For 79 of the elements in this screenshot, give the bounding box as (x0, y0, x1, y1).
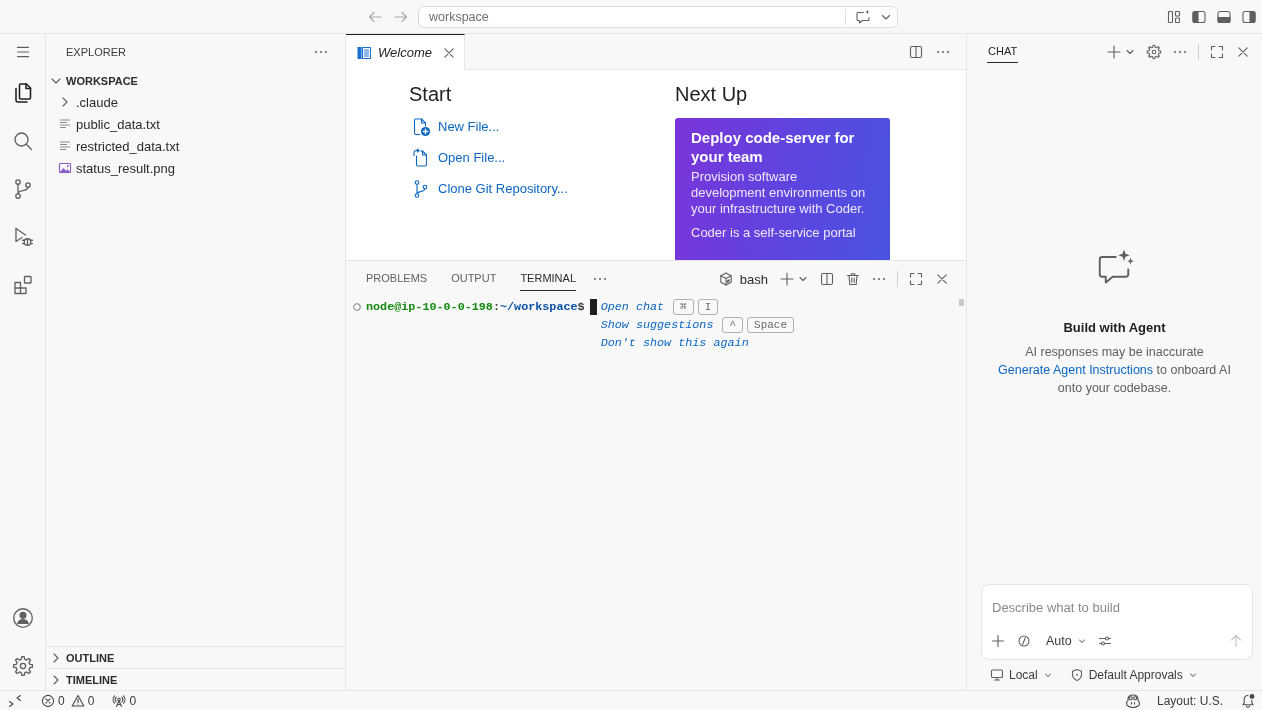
split-terminal-icon[interactable] (819, 271, 835, 287)
circle-icon (353, 303, 361, 311)
keyboard-layout-status[interactable]: Layout: U.S. (1156, 693, 1223, 708)
angle-brackets-icon[interactable] (8, 693, 22, 708)
shield-icon (1069, 668, 1084, 682)
terminal-hint[interactable]: Open chat (600, 298, 665, 316)
card-title: Deploy code-server for your team (691, 128, 856, 166)
bell-icon[interactable] (1240, 692, 1256, 709)
tree-item[interactable]: .claude (57, 91, 118, 113)
next-up-heading: Next Up (675, 82, 749, 106)
card-text: Coder is a self-service portal (691, 225, 857, 241)
key-cap: Space (747, 317, 795, 333)
problems-status[interactable]: 0 0 (41, 693, 95, 708)
agent-instructions-link[interactable]: Generate Agent Instructions (998, 362, 1154, 377)
key-cap: ^ (722, 317, 744, 333)
section-header[interactable]: OUTLINE (48, 647, 115, 668)
robot-face-icon[interactable] (1124, 692, 1141, 709)
maximize-icon[interactable] (908, 271, 924, 287)
card-text: Provision software development environments on your infrastructure with Coder. (691, 169, 867, 217)
panel-tab[interactable]: TERMINAL (520, 267, 576, 291)
settings-gear-icon[interactable] (10, 654, 35, 678)
cube-icon (718, 272, 733, 286)
message-input[interactable]: Describe what to build (990, 595, 1244, 619)
terminal-hint[interactable]: Don't show this again (600, 334, 749, 352)
promo-card[interactable]: Deploy code-server for your team Provision software development environments on your infrastructure with Coder. Coder is a self-service portal (675, 118, 890, 260)
start-link[interactable]: New File... (411, 111, 500, 142)
right-sidebar-icon[interactable] (1241, 8, 1257, 25)
tree-item[interactable]: restricted_data.txt (57, 135, 180, 157)
footer-dropdown[interactable]: Default Approvals (1069, 668, 1198, 682)
error-icon (41, 693, 55, 708)
command-center[interactable]: workspace (418, 5, 898, 28)
chevron-down-icon (1187, 670, 1198, 680)
empty-state-title: Build with Agent (1063, 318, 1166, 337)
tree-item[interactable]: status_result.png (57, 157, 175, 179)
section-header[interactable]: TIMELINE (48, 669, 118, 690)
chevron-down-icon (1042, 670, 1053, 680)
new-file-icon (411, 116, 431, 137)
panel-tab[interactable]: PROBLEMS (366, 267, 428, 291)
section-header[interactable]: WORKSPACE (48, 70, 138, 91)
split-editor-icon[interactable] (908, 44, 924, 60)
person-icon[interactable] (10, 606, 35, 630)
sliders-icon[interactable] (1096, 633, 1113, 649)
trash-icon[interactable] (845, 271, 861, 287)
disclaimer-text: AI responses may be inaccurate (1025, 343, 1204, 361)
maximize-icon[interactable] (1209, 44, 1225, 60)
left-sidebar-icon[interactable] (1191, 8, 1207, 25)
sidebar-title: EXPLORER (66, 46, 126, 58)
mode-dropdown[interactable]: Auto (1046, 634, 1087, 648)
start-link[interactable]: Clone Git Repository... (411, 173, 568, 204)
terminal-selector[interactable]: bash (718, 271, 768, 287)
key-cap: ⌘ (673, 299, 694, 315)
close-icon[interactable] (1235, 44, 1251, 60)
panel-tab[interactable]: OUTPUT (451, 267, 497, 291)
chat-input-box[interactable]: Describe what to build Auto (981, 584, 1253, 660)
start-heading: Start (409, 82, 453, 106)
chevron-down-icon (1076, 636, 1087, 646)
close-icon[interactable] (934, 271, 950, 287)
chat-tab[interactable]: CHAT (987, 41, 1019, 63)
layout-icon[interactable] (1166, 8, 1182, 25)
footer-dropdown[interactable]: Local (990, 668, 1053, 682)
settings-gear-icon[interactable] (1146, 44, 1162, 60)
slashed-circle-icon[interactable] (1016, 633, 1032, 649)
terminal-hint[interactable]: Show suggestions (600, 316, 714, 334)
start-link[interactable]: Open File... (411, 142, 506, 173)
antenna-icon (112, 693, 127, 708)
document-icon (356, 44, 372, 61)
tree-item[interactable]: public_data.txt (57, 113, 160, 135)
editor-tab[interactable]: Welcome (346, 34, 465, 70)
key-cap: I (697, 299, 719, 315)
terminal-prompt: node@ip-10-0-0-198:~/workspace$ (366, 299, 585, 316)
monitor-icon (990, 668, 1004, 682)
onboard-text: Generate Agent Instructions to onboard AI onto your codebase. (997, 361, 1232, 397)
warning-icon (70, 693, 85, 708)
chat-sparkle-icon[interactable] (855, 8, 871, 25)
image-file-icon (57, 160, 73, 176)
cursor-block-icon (589, 299, 597, 315)
ports-status[interactable]: 0 (112, 693, 137, 708)
scrollbar-thumb[interactable] (959, 299, 964, 306)
bottom-panel-icon[interactable] (1216, 8, 1232, 25)
